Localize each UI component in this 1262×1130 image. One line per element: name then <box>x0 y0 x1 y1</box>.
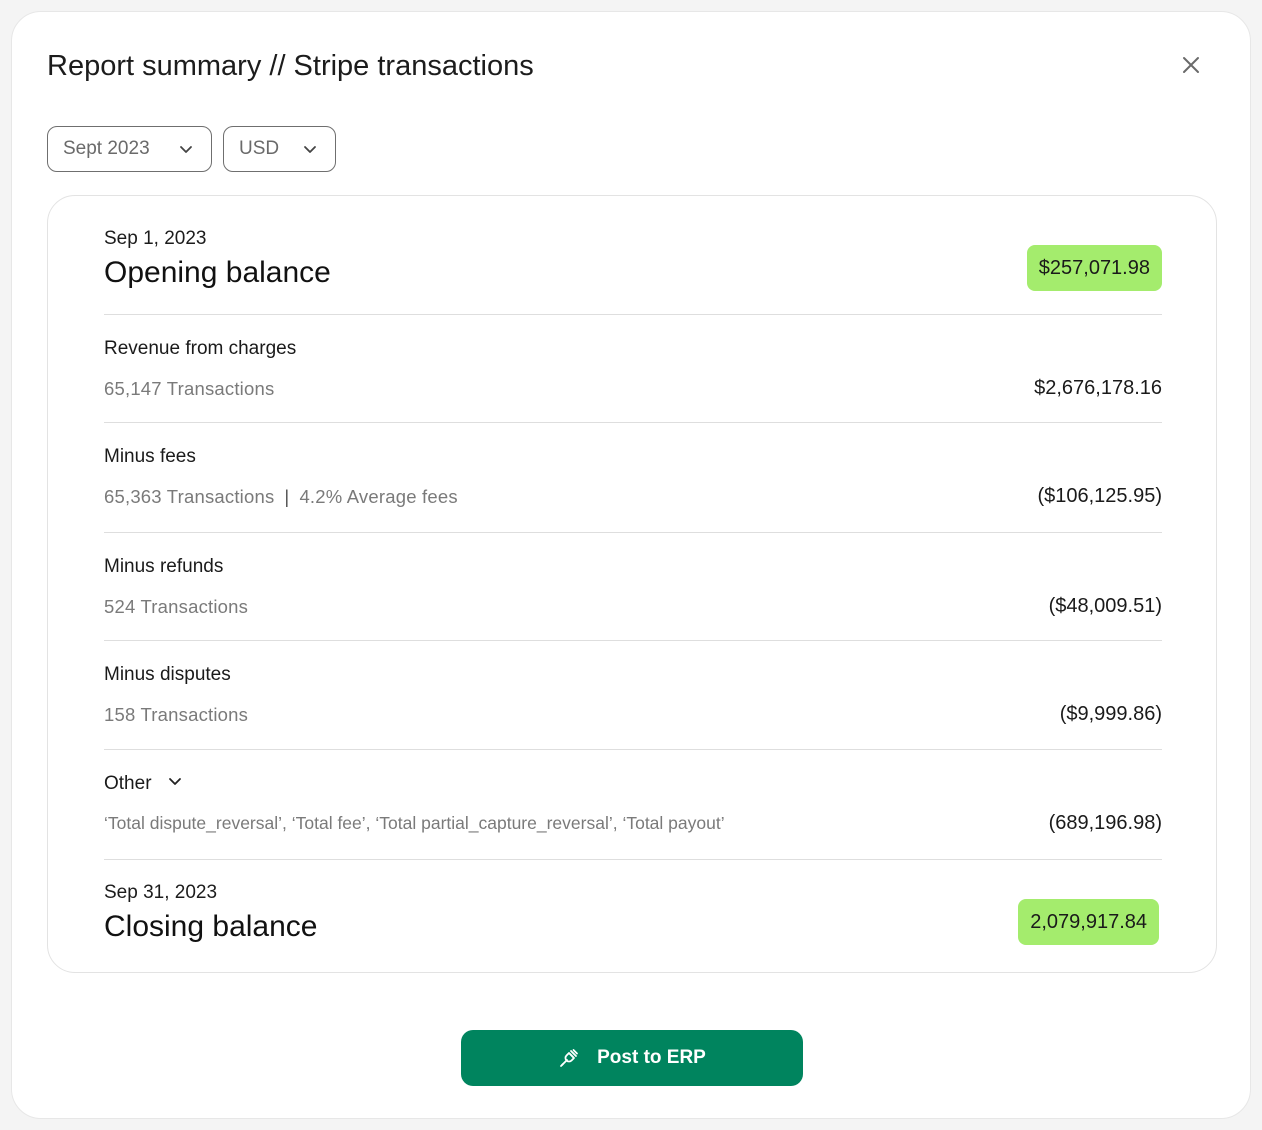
plug-icon <box>560 1049 579 1067</box>
fees-average: 4.2% Average fees <box>299 486 458 507</box>
chevron-down-icon <box>180 146 192 153</box>
post-to-erp-button[interactable]: Post to ERP <box>461 1030 803 1086</box>
refunds-transactions: 524 Transactions <box>104 596 249 617</box>
fees-label: Minus fees <box>104 446 196 467</box>
opening-balance-label: Opening balance <box>104 256 331 289</box>
opening-date: Sep 1, 2023 <box>104 228 207 249</box>
period-select-value: Sept 2023 <box>63 138 150 159</box>
closing-balance-amount: 2,079,917.84 <box>1018 899 1159 945</box>
revenue-label: Revenue from charges <box>104 338 297 359</box>
revenue-row: Revenue from charges 65,147 Transactions… <box>104 336 1162 406</box>
revenue-transactions: 65,147 Transactions <box>104 378 275 399</box>
other-row: Other ‘Total dispute_reversal’, ‘Total f… <box>104 771 1162 841</box>
revenue-amount: $2,676,178.16 <box>1034 377 1162 399</box>
fees-amount: ($106,125.95) <box>1037 485 1162 507</box>
chevron-down-icon <box>168 778 181 785</box>
other-amount: (689,196.98) <box>1048 812 1162 834</box>
divider <box>104 640 1162 641</box>
disputes-transactions: 158 Transactions <box>104 704 249 725</box>
closing-date: Sep 31, 2023 <box>104 882 218 903</box>
summary-card: Sep 1, 2023 Opening balance $257,071.98 … <box>47 195 1217 973</box>
close-button[interactable] <box>1176 50 1206 80</box>
report-summary-dialog: Report summary // Stripe transactions Se… <box>11 11 1251 1119</box>
period-select[interactable]: Sept 2023 <box>47 126 212 172</box>
post-to-erp-label: Post to ERP <box>597 1047 706 1068</box>
close-icon <box>1183 57 1199 73</box>
divider <box>104 422 1162 423</box>
divider <box>104 749 1162 750</box>
other-toggle[interactable]: Other <box>104 773 182 795</box>
closing-balance-label: Closing balance <box>104 910 318 943</box>
refunds-amount: ($48,009.51) <box>1048 595 1162 617</box>
fees-row: Minus fees 65,363 Transactions | 4.2% Aver… <box>104 444 1162 514</box>
opening-balance-amount: $257,071.98 <box>1026 245 1162 291</box>
other-details: ‘Total dispute_reversal’, ‘Total fee’, ‘… <box>104 813 725 833</box>
currency-select[interactable]: USD <box>223 126 336 172</box>
divider <box>104 314 1162 315</box>
opening-balance-row: Sep 1, 2023 Opening balance $257,071.98 <box>104 226 1162 296</box>
refunds-row: Minus refunds 524 Transactions ($48,009.… <box>104 554 1162 624</box>
fees-separator: | <box>284 486 290 507</box>
fees-details: 65,363 Transactions | 4.2% Average fees <box>104 486 458 508</box>
fees-transactions: 65,363 Transactions <box>104 486 275 507</box>
divider <box>104 532 1162 533</box>
currency-select-value: USD <box>239 138 280 159</box>
refunds-label: Minus refunds <box>104 556 224 577</box>
disputes-row: Minus disputes 158 Transactions ($9,999.… <box>104 662 1162 732</box>
other-label: Other <box>104 773 152 794</box>
disputes-amount: ($9,999.86) <box>1059 703 1162 725</box>
dialog-title: Report summary // Stripe transactions <box>47 50 534 82</box>
disputes-label: Minus disputes <box>104 664 231 685</box>
divider <box>104 859 1162 860</box>
closing-balance-row: Sep 31, 2023 Closing balance 2,079,917.8… <box>104 880 1162 950</box>
chevron-down-icon <box>304 146 316 153</box>
